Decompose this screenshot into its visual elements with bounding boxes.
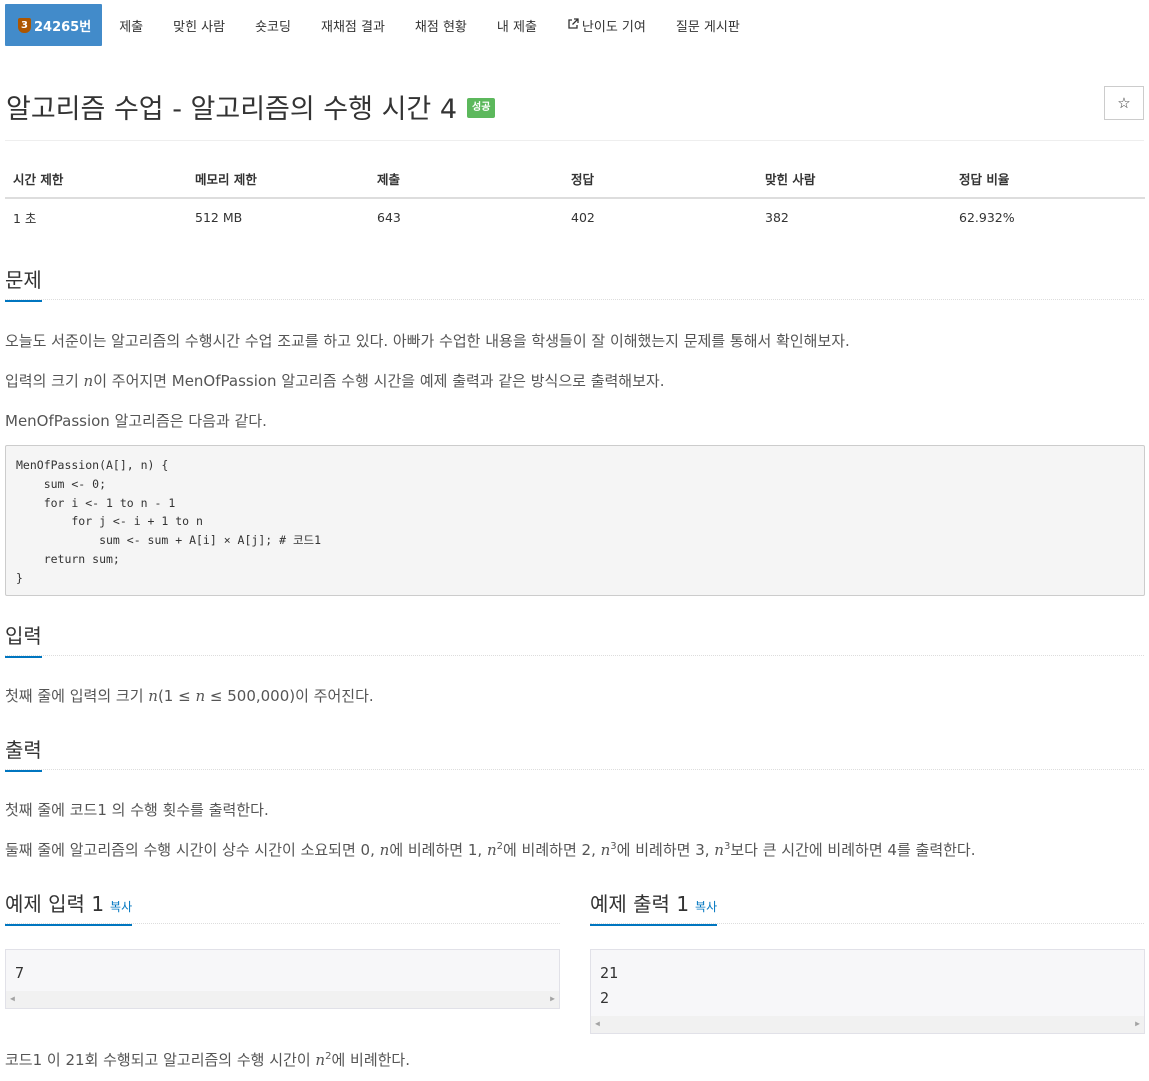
sample-output-text: 21 2 xyxy=(600,964,619,1007)
stats-header: 시간 제한 xyxy=(5,160,187,199)
stats-value-row: 1 초 512 MB 643 402 382 62.932% xyxy=(5,198,1145,236)
sample-input-section-header: 예제 입력 1 복사 xyxy=(5,888,560,926)
stats-header: 정답 비율 xyxy=(951,160,1145,199)
sample-output-heading: 예제 출력 1 복사 xyxy=(590,888,718,926)
var-n: n xyxy=(195,687,206,705)
problem-text-2-b: 이 주어지면 MenOfPassion 알고리즘 수행 시간을 예제 출력과 같… xyxy=(93,372,665,390)
stats-header: 제출 xyxy=(369,160,563,199)
input-description: 첫째 줄에 입력의 크기 n(1 ≤ n ≤ 500,000)이 주어진다. xyxy=(5,685,374,706)
output-description-2: 둘째 줄에 알고리즘의 수행 시간이 상수 시간이 소요되면 0, n에 비례하… xyxy=(5,839,975,860)
output-section-header: 출력 xyxy=(5,734,1144,772)
accept-ratio: 62.932% xyxy=(959,210,1015,225)
nav-my-submissions[interactable]: 내 제출 xyxy=(482,4,552,46)
var-n: n xyxy=(83,372,94,390)
output-desc-d: 에 비례하면 3, xyxy=(616,841,715,859)
scroll-left-icon[interactable]: ◀ xyxy=(10,994,15,1003)
var-n: n xyxy=(315,1051,326,1069)
var-n: n xyxy=(148,687,158,705)
time-limit: 1 초 xyxy=(13,211,37,226)
nav-short-coding[interactable]: 숏코딩 xyxy=(240,4,306,46)
sample-output-section-header: 예제 출력 1 복사 xyxy=(590,888,1144,926)
sample-input-heading: 예제 입력 1 복사 xyxy=(5,888,133,926)
input-desc-c: ≤ 500,000)이 주어진다. xyxy=(205,687,374,705)
sample-explanation: 코드1 이 21회 수행되고 알고리즘의 수행 시간이 n2에 비례한다. xyxy=(5,1049,410,1070)
horizontal-scrollbar[interactable]: ◀ ▶ xyxy=(6,991,559,1008)
nav-status[interactable]: 채점 현황 xyxy=(400,4,482,46)
star-icon: ☆ xyxy=(1117,94,1131,112)
nav-submit[interactable]: 제출 xyxy=(102,4,158,46)
stats-header: 정답 xyxy=(563,160,757,199)
problem-text-2: 입력의 크기 n이 주어지면 MenOfPassion 알고리즘 수행 시간을 … xyxy=(5,370,664,391)
output-desc-e: 보다 큰 시간에 비례하면 4를 출력한다. xyxy=(730,841,976,859)
sample-output-title: 예제 출력 1 xyxy=(590,892,690,916)
horizontal-scrollbar[interactable]: ◀ ▶ xyxy=(591,1016,1144,1033)
title-divider xyxy=(5,140,1144,141)
problem-text-1: 오늘도 서준이는 알고리즘의 수행시간 수업 조교를 하고 있다. 아빠가 수업… xyxy=(5,332,850,350)
output-desc-a: 둘째 줄에 알고리즘의 수행 시간이 상수 시간이 소요되면 0, xyxy=(5,841,380,859)
output-desc-c: 에 비례하면 2, xyxy=(502,841,601,859)
var-n: n xyxy=(714,841,724,859)
external-link-icon xyxy=(567,17,579,33)
favorite-star-button[interactable]: ☆ xyxy=(1104,86,1144,120)
sample-input-box[interactable]: 7 ◀ ▶ xyxy=(5,949,560,1009)
copy-sample-output-link[interactable]: 복사 xyxy=(695,900,717,914)
problem-section-header: 문제 xyxy=(5,264,1144,302)
problem-heading: 문제 xyxy=(5,264,42,302)
nav-rejudge-results[interactable]: 재채점 결과 xyxy=(306,4,400,46)
sample-output-box[interactable]: 21 2 ◀ ▶ xyxy=(590,949,1145,1034)
stats-header: 맞힌 사람 xyxy=(757,160,951,199)
output-heading: 출력 xyxy=(5,734,42,772)
problem-id: 24265번 xyxy=(34,19,92,35)
copy-sample-input-link[interactable]: 복사 xyxy=(110,900,132,914)
scroll-right-icon[interactable]: ▶ xyxy=(1135,1019,1140,1028)
memory-limit: 512 MB xyxy=(195,210,243,225)
note-a: 코드1 이 21회 수행되고 알고리즘의 수행 시간이 xyxy=(5,1051,316,1069)
problem-text-3: MenOfPassion 알고리즘은 다음과 같다. xyxy=(5,412,267,430)
note-b: 에 비례한다. xyxy=(331,1051,411,1069)
output-description-1: 첫째 줄에 코드1 의 수행 횟수를 출력한다. xyxy=(5,801,269,819)
result-badge: 성공 xyxy=(467,98,496,118)
nav-difficulty-label: 난이도 기여 xyxy=(581,19,646,35)
problem-nav: 3 24265번 제출 맞힌 사람 숏코딩 재채점 결과 채점 현황 내 제출 … xyxy=(5,4,755,46)
input-section-header: 입력 xyxy=(5,620,1144,658)
problem-stats-table: 시간 제한 메모리 제한 제출 정답 맞힌 사람 정답 비율 1 초 512 M… xyxy=(5,160,1145,236)
input-desc-a: 첫째 줄에 입력의 크기 xyxy=(5,687,149,705)
solved-user-count: 382 xyxy=(765,210,789,225)
stats-header: 메모리 제한 xyxy=(187,160,369,199)
tier-icon: 3 xyxy=(18,17,31,33)
sample-input-title: 예제 입력 1 xyxy=(5,892,105,916)
input-desc-b: (1 ≤ xyxy=(157,687,196,705)
problem-text-2-a: 입력의 크기 xyxy=(5,372,84,390)
var-n: n xyxy=(600,841,611,859)
output-desc-b: 에 비례하면 1, xyxy=(389,841,487,859)
nav-qna-board[interactable]: 질문 게시판 xyxy=(661,4,755,46)
stats-header-row: 시간 제한 메모리 제한 제출 정답 맞힌 사람 정답 비율 xyxy=(5,160,1145,199)
nav-difficulty-contribution[interactable]: 난이도 기여 xyxy=(552,4,661,46)
page-title: 알고리즘 수업 - 알고리즘의 수행 시간 4 xyxy=(6,94,458,125)
scroll-left-icon[interactable]: ◀ xyxy=(595,1019,600,1028)
sample-input-text: 7 xyxy=(15,964,25,982)
algorithm-code-block: MenOfPassion(A[], n) { sum <- 0; for i <… xyxy=(5,445,1145,596)
input-heading: 입력 xyxy=(5,620,42,658)
var-n: n xyxy=(486,841,497,859)
accepted-count: 402 xyxy=(571,210,595,225)
title-row: 알고리즘 수업 - 알고리즘의 수행 시간 4 성공 ☆ xyxy=(5,84,1144,125)
scroll-right-icon[interactable]: ▶ xyxy=(550,994,555,1003)
nav-problem-tab[interactable]: 3 24265번 xyxy=(5,4,103,46)
nav-solved-users[interactable]: 맞힌 사람 xyxy=(158,4,240,46)
submission-count: 643 xyxy=(377,210,401,225)
var-n: n xyxy=(379,841,390,859)
